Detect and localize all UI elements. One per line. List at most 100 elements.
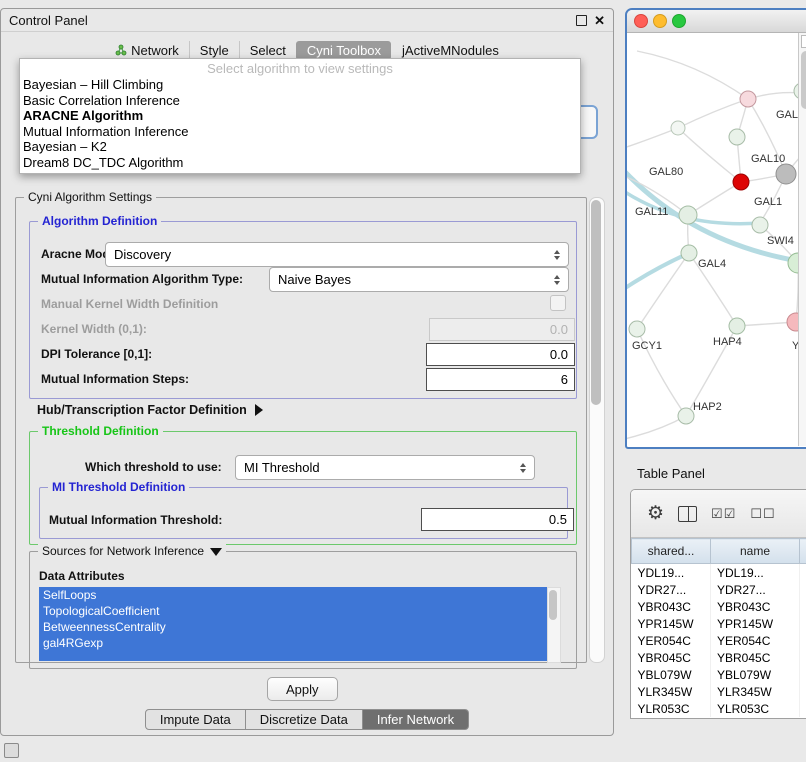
table-cell[interactable]: YDR27...	[632, 581, 711, 598]
network-node[interactable]	[729, 318, 745, 334]
close-traffic-light-icon[interactable]	[634, 14, 648, 28]
apply-button[interactable]: Apply	[267, 677, 338, 701]
column-header-shared-name[interactable]: shared...	[632, 539, 711, 564]
minimized-panel-icon[interactable]	[4, 743, 19, 758]
table-row[interactable]: YBR043CYBR043C	[632, 598, 806, 615]
network-node[interactable]	[681, 245, 697, 261]
dropdown-item-selected[interactable]: ARACNE Algorithm	[20, 108, 580, 124]
table-cell[interactable]: YDR27...	[711, 581, 800, 598]
attribute-list-item-partial[interactable]	[39, 651, 547, 661]
attribute-list-item[interactable]: TopologicalCoefficient	[39, 603, 547, 619]
zoom-traffic-light-icon[interactable]	[672, 14, 686, 28]
table-cell[interactable]: YBL079W	[711, 666, 800, 683]
table-cell[interactable]: YDL19...	[632, 564, 711, 582]
attributes-list-scrollbar[interactable]	[547, 587, 561, 663]
tab-network[interactable]: Network	[105, 41, 189, 60]
network-node[interactable]	[776, 164, 796, 184]
settings-scrollbar-thumb[interactable]	[591, 200, 601, 405]
dropdown-item[interactable]: Dream8 DC_TDC Algorithm	[20, 155, 580, 171]
table-cell[interactable]: YBR043C	[711, 598, 800, 615]
table-cell[interactable]: 13	[800, 564, 806, 582]
network-node[interactable]	[752, 217, 768, 233]
mi-threshold-field[interactable]: 0.5	[421, 508, 574, 531]
tab-discretize-data[interactable]: Discretize Data	[246, 709, 363, 730]
select-all-columns-icon[interactable]: ☑☑	[711, 506, 736, 522]
network-node[interactable]	[629, 321, 645, 337]
table-cell[interactable]: YER054C	[711, 632, 800, 649]
table-row[interactable]: YBR045CYBR045C9.	[632, 649, 806, 666]
table-cell[interactable]: YLR345W	[711, 683, 800, 700]
table-cell[interactable]: YLR053C	[711, 700, 800, 717]
table-cell[interactable]: YBR045C	[632, 649, 711, 666]
table-cell[interactable]: YER054C	[632, 632, 711, 649]
tab-impute-data[interactable]: Impute Data	[145, 709, 246, 730]
hub-tf-definition-toggle[interactable]: Hub/Transcription Factor Definition	[37, 403, 263, 417]
mi-steps-field[interactable]: 6	[426, 368, 575, 391]
network-edge[interactable]	[627, 253, 689, 295]
table-row[interactable]: YPR145WYPR145W9.	[632, 615, 806, 632]
gear-icon[interactable]: ⚙	[647, 504, 664, 523]
attribute-list-item[interactable]: gal4RGexp	[39, 635, 547, 651]
network-edge[interactable]	[627, 128, 678, 151]
network-canvas[interactable]: GAL8GAL80GAL10GAL11GAL1SWI4GAL4GCY1HAP4Y…	[627, 33, 806, 446]
table-cell[interactable]: YBL079W	[632, 666, 711, 683]
table-cell[interactable]: 9.	[800, 683, 806, 700]
tab-jactivemnodules[interactable]: jActiveMNodules	[391, 41, 509, 60]
table-cell[interactable]: YLR053C	[632, 700, 711, 717]
attribute-list-item[interactable]: BetweennessCentrality	[39, 619, 547, 635]
control-panel-titlebar[interactable]: Control Panel ✕	[1, 9, 613, 32]
manual-kernel-checkbox[interactable]	[550, 295, 566, 311]
table-row[interactable]: YER054CYER054C8.	[632, 632, 806, 649]
column-header-name[interactable]: name	[711, 539, 800, 564]
table-cell[interactable]	[800, 598, 806, 615]
table-cell[interactable]: YLR345W	[632, 683, 711, 700]
kernel-width-field[interactable]: 0.0	[429, 318, 575, 341]
deselect-all-columns-icon[interactable]: ☐☐	[750, 506, 775, 522]
sources-group-title[interactable]: Sources for Network Inference	[38, 544, 226, 558]
table-row[interactable]: YLR345WYLR345W9.	[632, 683, 806, 700]
network-window-titlebar[interactable]	[627, 10, 806, 33]
tab-select[interactable]: Select	[239, 41, 296, 60]
tab-style[interactable]: Style	[189, 41, 239, 60]
dpi-tolerance-field[interactable]: 0.0	[426, 343, 575, 366]
table-cell[interactable]: YBR045C	[711, 649, 800, 666]
table-cell[interactable]: 12	[800, 581, 806, 598]
aracne-mode-combo[interactable]: Discovery	[105, 242, 569, 267]
which-threshold-combo[interactable]: MI Threshold	[235, 455, 535, 480]
network-node[interactable]	[729, 129, 745, 145]
network-node[interactable]	[740, 91, 756, 107]
float-window-icon[interactable]	[576, 15, 587, 26]
dropdown-item[interactable]: Bayesian – Hill Climbing	[20, 77, 580, 93]
network-vertical-scrollbar[interactable]	[798, 33, 806, 446]
table-row[interactable]: YDR27...YDR27...12	[632, 581, 806, 598]
dropdown-item[interactable]: Basic Correlation Inference	[20, 93, 580, 109]
network-node[interactable]	[678, 408, 694, 424]
network-node[interactable]	[679, 206, 697, 224]
show-columns-icon[interactable]	[678, 506, 697, 522]
network-edge[interactable]	[637, 51, 748, 99]
dropdown-item[interactable]: Bayesian – K2	[20, 139, 580, 155]
attributes-list-scrollbar-thumb[interactable]	[549, 590, 557, 620]
minimize-traffic-light-icon[interactable]	[653, 14, 667, 28]
table-cell[interactable]	[800, 666, 806, 683]
table-cell[interactable]: YPR145W	[632, 615, 711, 632]
table-row[interactable]: YLR053CYLR053C	[632, 700, 806, 717]
close-icon[interactable]: ✕	[594, 14, 605, 27]
network-scrollbar-thumb[interactable]	[801, 51, 806, 109]
table-row[interactable]: YBL079WYBL079W	[632, 666, 806, 683]
table-cell[interactable]: YDL19...	[711, 564, 800, 582]
table-cell[interactable]: 9.	[800, 615, 806, 632]
table-cell[interactable]: 9.	[800, 649, 806, 666]
mi-type-combo[interactable]: Naive Bayes	[269, 267, 569, 292]
settings-scrollbar[interactable]	[589, 197, 605, 663]
dropdown-item[interactable]: Mutual Information Inference	[20, 124, 580, 140]
data-attributes-list[interactable]: SelfLoops TopologicalCoefficient Between…	[39, 587, 547, 661]
network-scrollbar-button[interactable]	[801, 35, 806, 48]
table-cell[interactable]	[800, 700, 806, 717]
network-edge[interactable]	[627, 416, 686, 441]
network-node[interactable]	[733, 174, 749, 190]
network-node[interactable]	[671, 121, 685, 135]
attribute-list-item[interactable]: SelfLoops	[39, 587, 547, 603]
table-cell[interactable]: YPR145W	[711, 615, 800, 632]
table-cell[interactable]: YBR043C	[632, 598, 711, 615]
